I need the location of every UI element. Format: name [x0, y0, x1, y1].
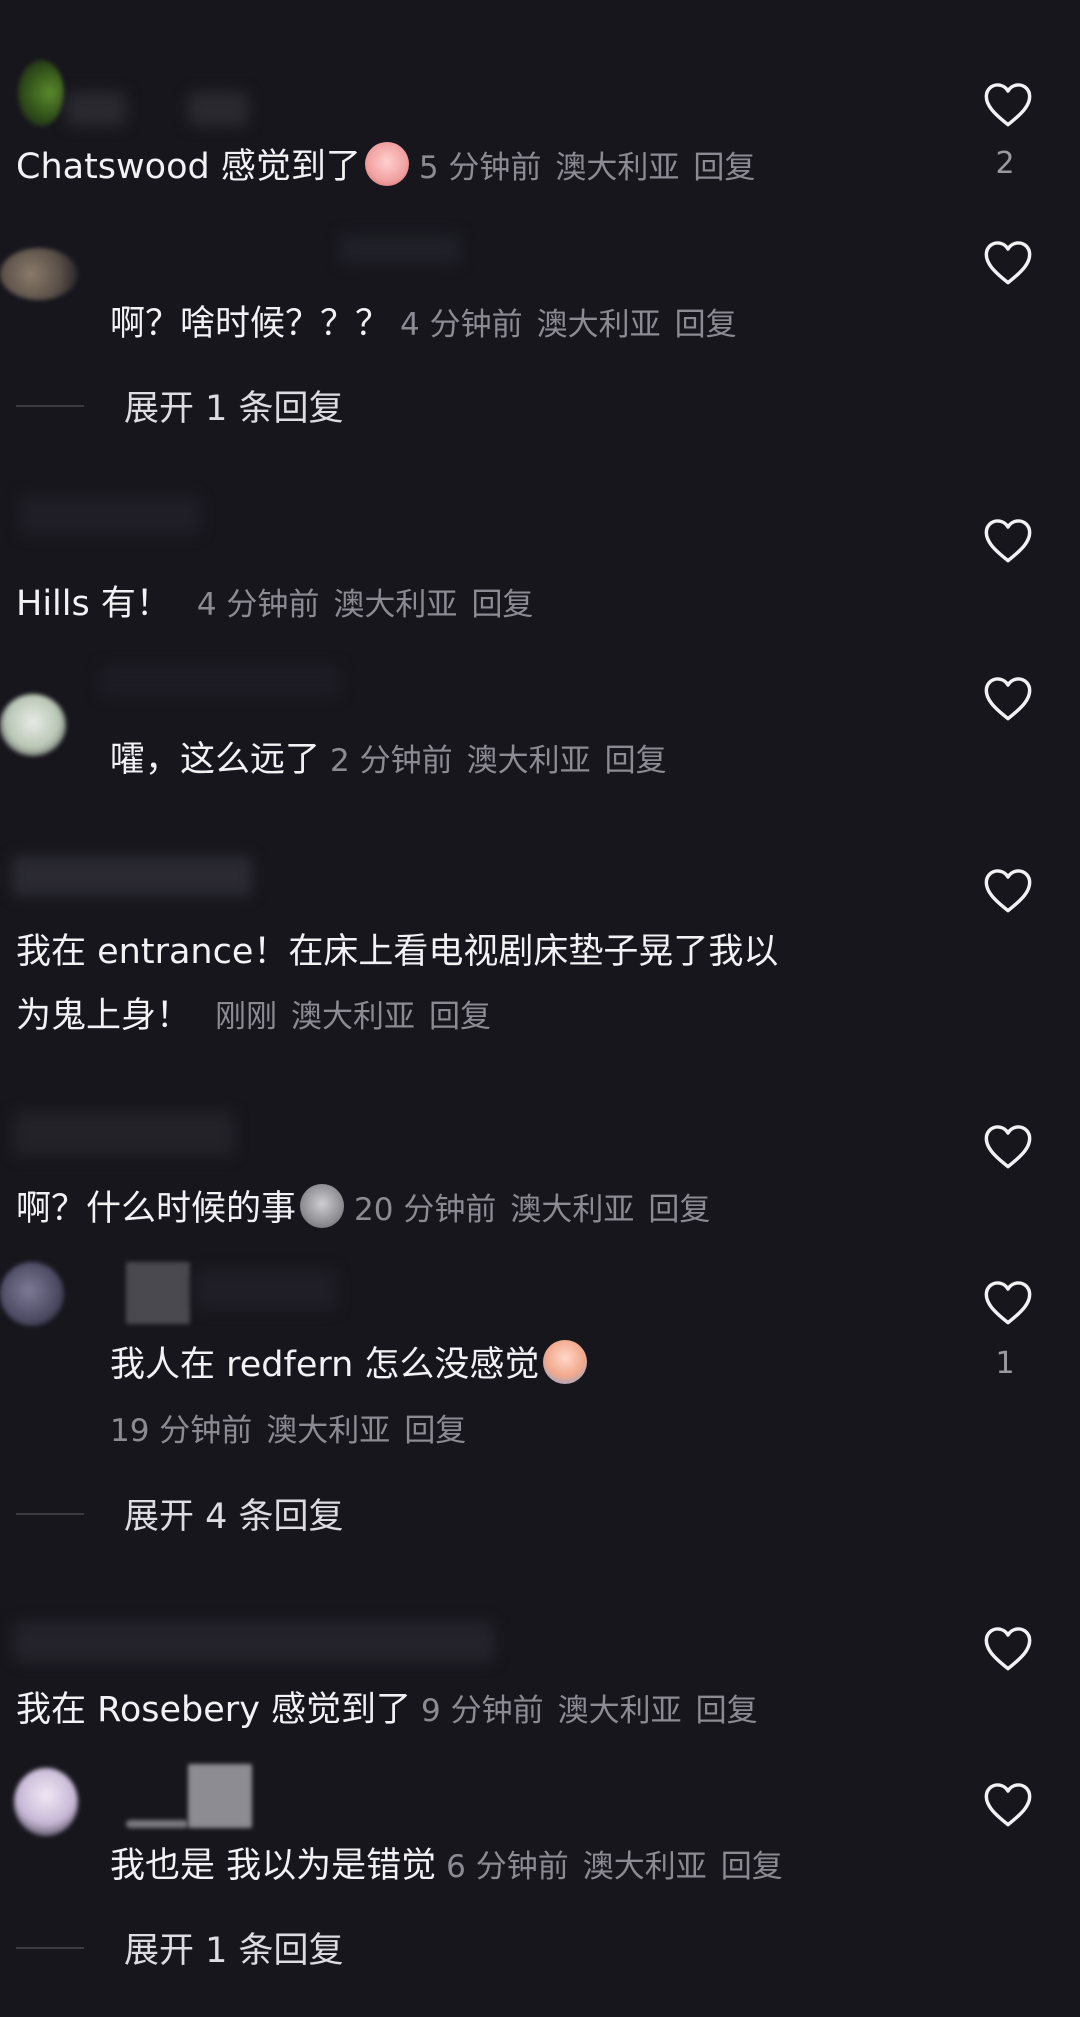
username-redacted[interactable]: [12, 856, 252, 896]
comment-region: 澳大利亚: [510, 1192, 635, 1228]
comment-text: 我在 entrance！在床上看电视剧床垫子晃了我以: [16, 928, 930, 976]
heart-icon[interactable]: [982, 238, 1034, 286]
expand-replies-label: 展开 1 条回复: [124, 389, 344, 429]
reply-button[interactable]: 回复: [693, 150, 755, 186]
comment-time: 9 分钟前: [421, 1693, 544, 1729]
comment-text: 我人在 redfern 怎么没感觉: [110, 1340, 930, 1389]
username-redacted[interactable]: [340, 234, 460, 264]
reply-button[interactable]: 回复: [648, 1192, 710, 1228]
username-redacted[interactable]: [196, 1270, 336, 1310]
divider: [16, 404, 84, 407]
heart-icon[interactable]: [982, 80, 1034, 128]
comment-time: 6 分钟前: [446, 1849, 569, 1885]
comment-body: Hills 有！: [16, 584, 171, 624]
username-redacted[interactable]: [188, 92, 248, 126]
comment-meta: 19 分钟前 澳大利亚 回复: [110, 1406, 930, 1455]
avatar[interactable]: [18, 60, 64, 126]
expand-replies-label: 展开 4 条回复: [124, 1497, 344, 1537]
comment-body: 啊？啥时候？？？: [110, 304, 391, 344]
crying-face-emoji: [543, 1340, 588, 1384]
heart-icon[interactable]: [982, 674, 1034, 722]
comment-text: 我在 Rosebery 感觉到了 9 分钟前 澳大利亚 回复: [16, 1686, 930, 1735]
comment-region: 澳大利亚: [536, 307, 661, 343]
comment-body: 嚯，这么远了: [110, 740, 321, 780]
comment-region: 澳大利亚: [466, 743, 591, 779]
comment-region: 澳大利亚: [291, 999, 416, 1035]
username-redacted[interactable]: [188, 1764, 252, 1828]
username-redacted[interactable]: [14, 1112, 234, 1156]
username-redacted[interactable]: [14, 1622, 494, 1662]
comment-text: Chatswood 感觉到了 5 分钟前 澳大利亚 回复: [16, 142, 930, 192]
comment-region: 澳大利亚: [333, 587, 458, 623]
comment-text: 嚯，这么远了 2 分钟前 澳大利亚 回复: [110, 736, 930, 785]
avatar[interactable]: [14, 1768, 78, 1836]
username-redacted[interactable]: [20, 495, 200, 535]
expand-replies-label: 展开 1 条回复: [124, 1931, 344, 1971]
like-count: 1: [995, 1346, 1015, 1381]
like-count: 2: [995, 146, 1015, 181]
divider: [16, 1512, 84, 1515]
comment-text: 我也是 我以为是错觉 6 分钟前 澳大利亚 回复: [110, 1842, 930, 1891]
comment-text: 啊？啥时候？？？ 4 分钟前 澳大利亚 回复: [110, 300, 930, 349]
reply-button[interactable]: 回复: [696, 1693, 758, 1729]
reply-button[interactable]: 回复: [471, 587, 533, 623]
reply-button[interactable]: 回复: [429, 999, 491, 1035]
comment-region: 澳大利亚: [582, 1849, 707, 1885]
reply-button[interactable]: 回复: [605, 743, 667, 779]
reply-button[interactable]: 回复: [675, 307, 737, 343]
comment-time: 19 分钟前: [110, 1413, 253, 1449]
expand-replies-button[interactable]: 展开 1 条回复: [16, 1922, 344, 1973]
comment-time: 20 分钟前: [354, 1192, 497, 1228]
username-redacted[interactable]: [126, 1820, 188, 1828]
reply-button[interactable]: 回复: [721, 1849, 783, 1885]
comment-body-line1: 我在 entrance！在床上看电视剧床垫子晃了我以: [16, 932, 779, 972]
heart-icon[interactable]: [982, 1780, 1034, 1828]
username-redacted[interactable]: [100, 666, 340, 696]
heart-icon[interactable]: [982, 516, 1034, 564]
comment-body: 我也是 我以为是错觉: [110, 1846, 437, 1886]
heart-icon[interactable]: [982, 1624, 1034, 1672]
avatar[interactable]: [0, 694, 66, 756]
comment-body: 我在 Rosebery 感觉到了: [16, 1690, 412, 1730]
username-redacted[interactable]: [126, 1262, 190, 1324]
comment-text: Hills 有！ 4 分钟前 澳大利亚 回复: [16, 580, 930, 629]
comment-body: Chatswood 感觉到了: [16, 147, 361, 187]
comment-region: 澳大利亚: [555, 150, 680, 186]
expand-replies-button[interactable]: 展开 4 条回复: [16, 1488, 344, 1539]
comment-time: 2 分钟前: [330, 743, 453, 779]
divider: [16, 1946, 84, 1949]
heart-icon[interactable]: [982, 866, 1034, 914]
comment-text: 啊？什么时候的事 20 分钟前 澳大利亚 回复: [16, 1184, 930, 1234]
expand-replies-button[interactable]: 展开 1 条回复: [16, 380, 344, 431]
avatar[interactable]: [0, 248, 78, 300]
comment-body: 我人在 redfern 怎么没感觉: [110, 1345, 540, 1385]
comment-region: 澳大利亚: [266, 1413, 391, 1449]
comment-time: 4 分钟前: [400, 307, 523, 343]
avatar[interactable]: [0, 1262, 64, 1326]
reply-button[interactable]: 回复: [404, 1413, 466, 1449]
comment-time: 4 分钟前: [196, 587, 320, 623]
heart-icon[interactable]: [982, 1278, 1034, 1326]
comment-text: 为鬼上身！ 刚刚 澳大利亚 回复: [16, 992, 930, 1041]
shocked-face-emoji: [300, 1184, 345, 1228]
comment-region: 澳大利亚: [557, 1693, 682, 1729]
weary-face-emoji: [364, 142, 409, 186]
heart-icon[interactable]: [982, 1122, 1034, 1170]
comment-time: 刚刚: [215, 999, 278, 1035]
username-redacted[interactable]: [66, 92, 126, 126]
comment-time: 5 分钟前: [418, 150, 542, 186]
comment-body-line2: 为鬼上身！: [16, 996, 192, 1036]
comment-body: 啊？什么时候的事: [16, 1189, 297, 1229]
